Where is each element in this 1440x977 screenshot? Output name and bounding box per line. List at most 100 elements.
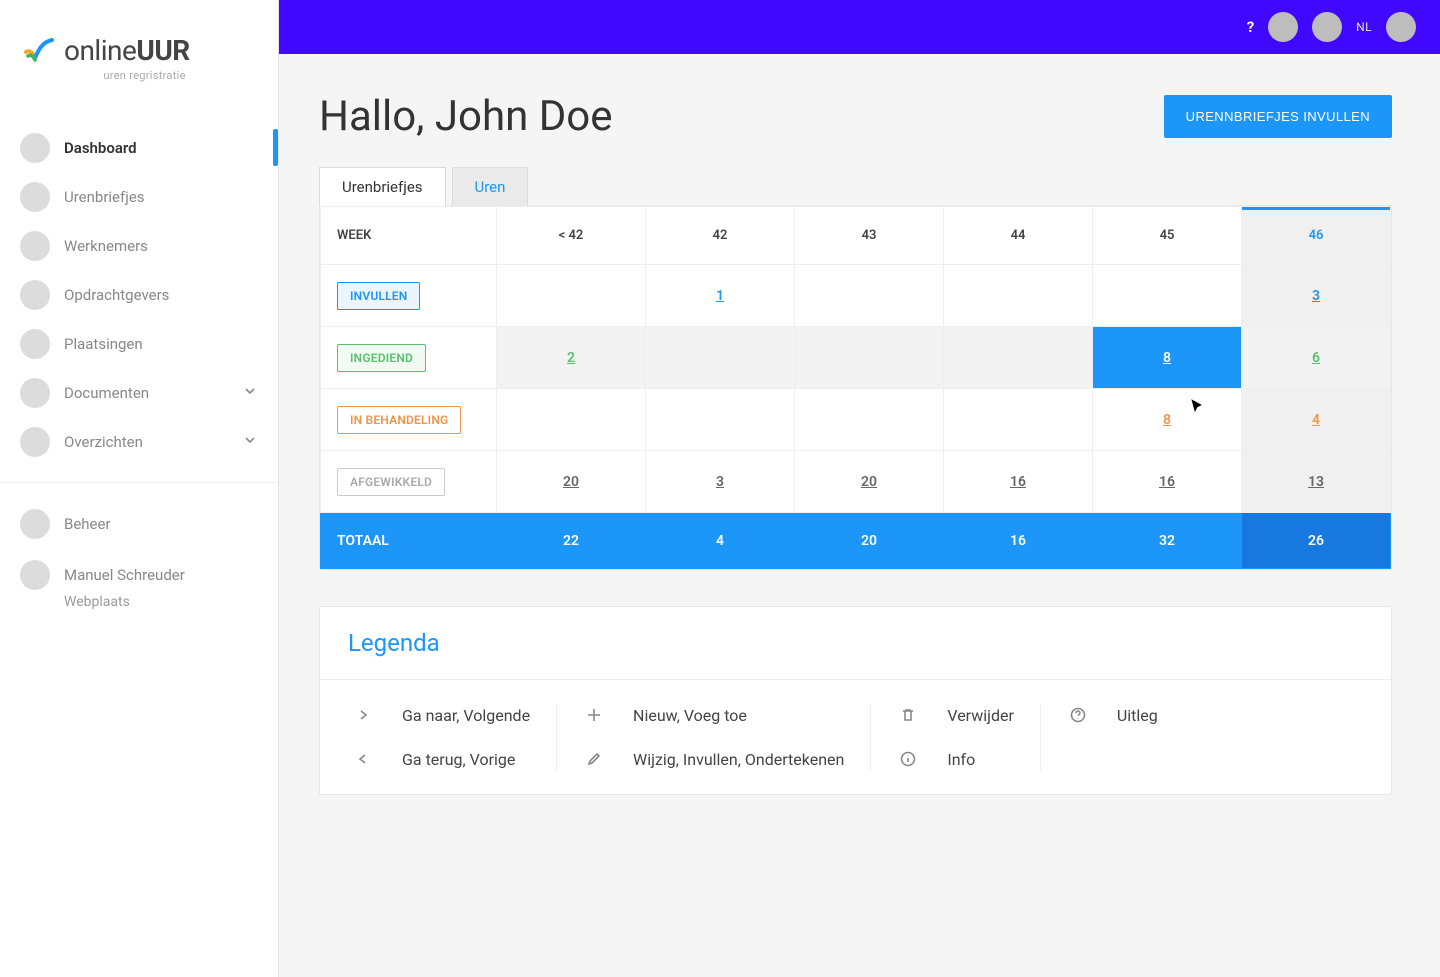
grid-cell[interactable]: 13 [1242,451,1391,513]
sidebar-item-opdrachtgevers[interactable]: Opdrachtgevers [0,270,278,319]
grid-total-cell: 22 [497,513,646,569]
grid-cell-link[interactable]: 3 [716,474,724,490]
sidebar-item-dashboard[interactable]: Dashboard [0,123,278,172]
topbar-action-2[interactable] [1312,12,1342,42]
nav-icon [20,280,50,310]
legend-help: Uitleg [1067,704,1158,726]
fill-timesheets-button[interactable]: URENNBRIEFJES INVULLEN [1164,95,1392,138]
grid-total-cell: 4 [646,513,795,569]
sidebar-item-urenbriefjes[interactable]: Urenbriefjes [0,172,278,221]
grid-cell[interactable]: 16 [1093,451,1242,513]
info-icon [897,748,919,770]
pencil-icon [583,748,605,770]
grid-cell[interactable]: 20 [497,451,646,513]
grid-total-cell: 26 [1242,513,1391,569]
grid-cell [944,389,1093,451]
legend-delete: Verwijder [897,704,1014,726]
grid-cell [795,265,944,327]
grid-cell[interactable]: 6 [1242,327,1391,389]
logo[interactable]: onlineUUR uren regristratie [0,0,278,115]
grid-cell[interactable]: 4 [1242,389,1391,451]
nav-icon [20,329,50,359]
grid-cell [795,327,944,389]
grid-cell [497,389,646,451]
grid-total-cell: 16 [944,513,1093,569]
sidebar-user[interactable]: Manuel Schreuder Webplaats [0,548,278,622]
sidebar-item-overzichten[interactable]: Overzichten [0,417,278,466]
grid-cell-link[interactable]: 16 [1159,474,1175,490]
grid-cell [944,265,1093,327]
grid-header-col[interactable]: 42 [646,207,795,265]
sidebar-item-beheer[interactable]: Beheer [0,499,278,548]
sidebar-item-werknemers[interactable]: Werknemers [0,221,278,270]
grid-cell[interactable]: 1 [646,265,795,327]
grid-cell[interactable]: 20 [795,451,944,513]
nav-icon [20,133,50,163]
tabs: Urenbriefjes Uren [319,167,1392,206]
legend-title: Legenda [320,607,1391,680]
grid-cell-link[interactable]: 1 [716,288,724,304]
grid-row-label: IN BEHANDELING [321,389,497,451]
grid-cell [1093,265,1242,327]
chevron-left-icon [352,748,374,770]
trash-icon [897,704,919,726]
grid-totals-label: TOTAAL [321,513,497,569]
grid-cell-link[interactable]: 8 [1163,350,1171,366]
grid-cell [646,327,795,389]
language-switch[interactable]: NL [1356,20,1372,34]
grid-cell-link[interactable]: 20 [861,474,877,490]
grid-cell [795,389,944,451]
legend-back: Ga terug, Vorige [352,748,530,770]
legend-goto: Ga naar, Volgende [352,704,530,726]
chevron-right-icon [352,704,374,726]
chevron-down-icon [244,434,256,450]
grid-cell-link[interactable]: 6 [1312,350,1320,366]
grid-cell-link[interactable]: 8 [1163,412,1171,428]
logo-text: onlineUUR [64,34,190,67]
grid-cell-link[interactable]: 20 [563,474,579,490]
grid-cell-link[interactable]: 2 [567,350,575,366]
grid-header-week: WEEK [321,207,497,265]
grid-header-col[interactable]: 44 [944,207,1093,265]
legend-edit: Wijzig, Invullen, Ondertekenen [583,748,844,770]
help-icon[interactable]: ? [1247,18,1254,36]
grid-cell [646,389,795,451]
grid-header-col[interactable]: < 42 [497,207,646,265]
grid-cell-link[interactable]: 16 [1010,474,1026,490]
grid-cell[interactable]: 2 [497,327,646,389]
nav-icon [20,182,50,212]
grid-header-col[interactable]: 46 [1242,207,1391,265]
grid-total-cell: 20 [795,513,944,569]
topbar-avatar[interactable] [1386,12,1416,42]
sidebar-item-documenten[interactable]: Documenten [0,368,278,417]
grid-cell[interactable]: 16 [944,451,1093,513]
avatar [20,560,50,590]
legend-info: Info [897,748,1014,770]
sidebar: onlineUUR uren regristratie Dashboard Ur… [0,0,279,977]
grid-cell-link[interactable]: 13 [1308,474,1324,490]
grid-header-col[interactable]: 43 [795,207,944,265]
nav-divider [0,482,278,483]
sidebar-item-plaatsingen[interactable]: Plaatsingen [0,319,278,368]
check-logo-icon [22,36,56,64]
grid-cell-link[interactable]: 4 [1312,412,1320,428]
topbar: ? NL [279,0,1440,54]
tab-uren[interactable]: Uren [452,167,529,206]
grid-cell [497,265,646,327]
grid-cell[interactable]: 3 [1242,265,1391,327]
topbar-action-1[interactable] [1268,12,1298,42]
grid-cell[interactable]: 8 [1093,389,1242,451]
nav-icon [20,509,50,539]
nav-icon [20,231,50,261]
grid-cell-link[interactable]: 3 [1312,288,1320,304]
tab-urenbriefjes[interactable]: Urenbriefjes [319,167,446,206]
logo-tagline: uren regristratie [22,69,190,82]
nav: Dashboard Urenbriefjes Werknemers Opdrac… [0,115,278,622]
page-title: Hallo, John Doe [319,92,613,141]
grid-cell[interactable]: 3 [646,451,795,513]
grid-header-col[interactable]: 45 [1093,207,1242,265]
plus-icon [583,704,605,726]
grid-row-label: INGEDIEND [321,327,497,389]
grid-cell[interactable]: 8 [1093,327,1242,389]
nav-icon [20,378,50,408]
